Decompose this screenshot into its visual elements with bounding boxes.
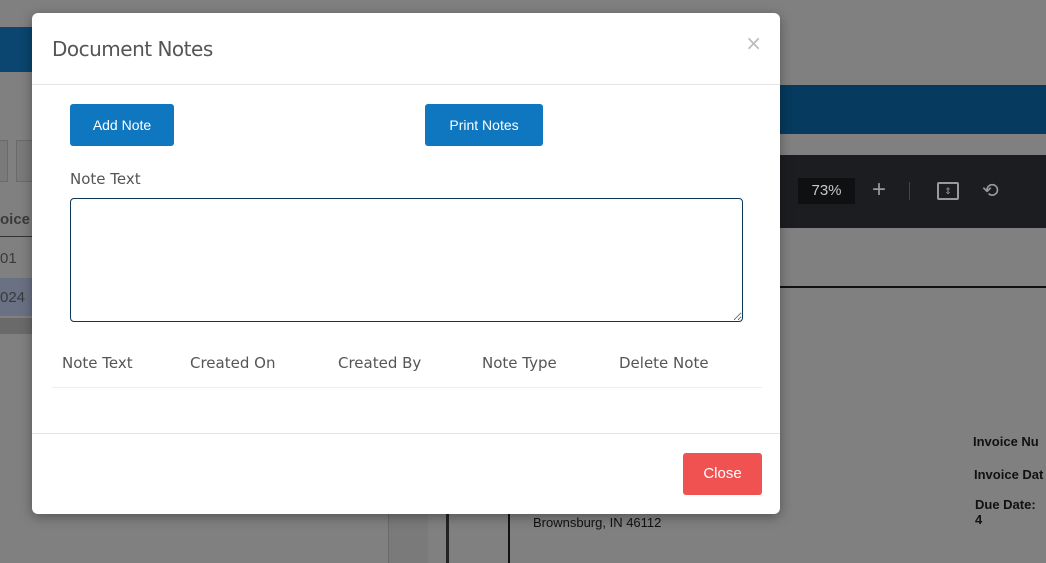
invoice-date-label: Invoice Dat <box>974 467 1044 482</box>
document-notes-modal: Document Notes × Add Note Print Notes No… <box>32 13 780 514</box>
close-icon[interactable]: × <box>745 31 762 55</box>
invoice-number-label: Invoice Nu <box>973 434 1039 449</box>
note-text-input[interactable] <box>70 198 743 322</box>
due-date-label: Due Date: 4 <box>975 497 1036 527</box>
fit-page-icon[interactable]: ⇕ <box>937 182 959 200</box>
add-note-button[interactable]: Add Note <box>70 104 174 146</box>
zoom-in-icon[interactable]: + <box>872 176 886 204</box>
footer-divider <box>32 433 780 434</box>
table-cell[interactable]: 024 <box>0 289 25 306</box>
modal-title: Document Notes <box>52 37 213 61</box>
close-button[interactable]: Close <box>683 453 762 495</box>
address-line: Brownsburg, IN 46112 <box>533 515 662 530</box>
viewer-header-bar <box>770 85 1046 134</box>
column-header-note-type[interactable]: Note Type <box>482 354 557 372</box>
column-header-created-by[interactable]: Created By <box>338 354 421 372</box>
print-notes-button[interactable]: Print Notes <box>425 104 543 146</box>
zoom-level[interactable]: 73% <box>798 178 855 204</box>
rotate-icon[interactable]: ⟲ <box>982 178 999 203</box>
note-text-label: Note Text <box>70 170 141 188</box>
column-header-created-on[interactable]: Created On <box>190 354 275 372</box>
table-cell[interactable]: 01 <box>0 250 17 267</box>
divider <box>909 182 910 200</box>
table-header-invoice: oice <box>0 211 31 228</box>
table-divider <box>52 387 762 388</box>
column-header-note-text[interactable]: Note Text <box>62 354 133 372</box>
modal-header: Document Notes × <box>32 13 780 85</box>
toolbar-button[interactable] <box>0 140 8 182</box>
column-header-delete-note[interactable]: Delete Note <box>619 354 709 372</box>
